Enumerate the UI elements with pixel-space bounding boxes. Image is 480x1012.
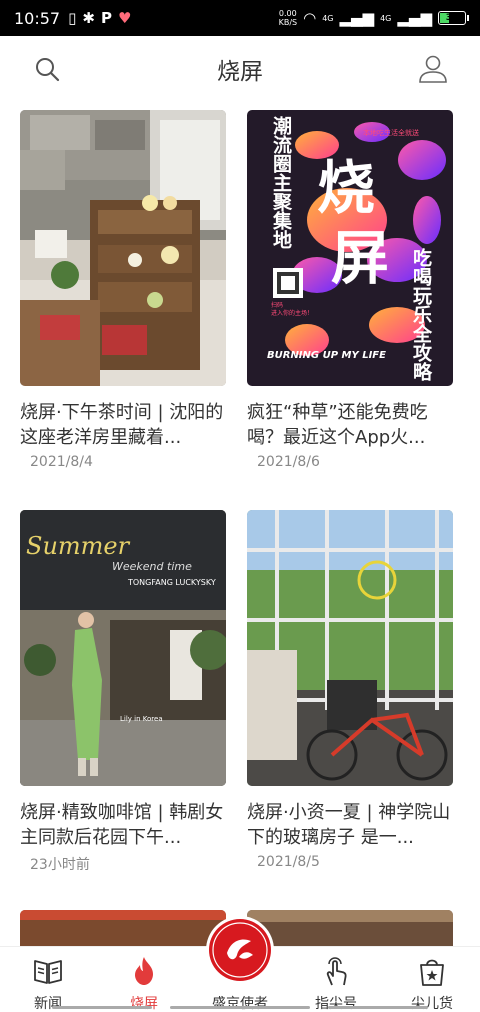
poster-big-1: 烧 (317, 154, 376, 222)
tab-news[interactable]: 新闻 (8, 947, 88, 1012)
battery-level: 39 (445, 13, 459, 23)
flame-icon (135, 957, 153, 985)
nav-indicator (170, 1006, 310, 1009)
tab-label: 盛京使者 (212, 996, 268, 1012)
finger-tap-icon (326, 957, 347, 986)
tab-label: 尖儿货 (411, 996, 453, 1012)
status-time: 10:57 (14, 8, 61, 28)
tab-label: 新闻 (34, 996, 62, 1012)
signal-icon: ▂▄▆ (339, 9, 375, 27)
parking-icon: P (100, 9, 112, 27)
page-title: 烧屏 (217, 59, 263, 85)
photo-small-text: Lily in Korea (120, 715, 163, 723)
tab-jianr-goods[interactable]: 尖儿货 (392, 947, 472, 1012)
search-icon[interactable] (34, 56, 60, 82)
battery-icon: 39 (438, 11, 469, 25)
card-caption[interactable]: 烧屏·下午茶时间 | 沈阳的这座老洋房里藏着... (20, 400, 226, 450)
newspaper-icon (34, 960, 62, 984)
card-thumbnail[interactable] (247, 510, 453, 786)
card-date: 2021/8/6 (257, 454, 320, 470)
signal-label-1: 4G (322, 13, 334, 23)
card-caption[interactable]: 疯狂“种草”还能免费吃喝？最近这个App火... (247, 400, 453, 450)
shopping-bag-icon (420, 959, 444, 986)
poster-vertical-right: 吃喝玩乐全攻略 (410, 248, 432, 381)
signal-icon: ▂▄▆ (397, 9, 432, 27)
app-header: 烧屏 (0, 36, 480, 102)
vibrate-icon: ▯ (68, 9, 77, 27)
card-thumbnail[interactable] (20, 110, 226, 386)
card-thumbnail[interactable]: Summer Weekend time TONGFANG LUCKYSKY Li… (20, 510, 226, 786)
feed-card[interactable]: 烧屏·下午茶时间 | 沈阳的这座老洋房里藏着... 2021/8/4 (20, 110, 226, 470)
tab-label: 烧屏 (130, 996, 158, 1012)
card-caption[interactable]: 烧屏·小资一夏 | 神学院山下的玻璃房子 是一... (247, 800, 453, 850)
tab-label: 指尖号 (315, 996, 357, 1012)
nav-indicator (328, 1006, 428, 1009)
glass-house-photo (247, 510, 453, 786)
volunteer-badge-icon (209, 919, 271, 981)
card-date: 2021/8/4 (30, 454, 93, 470)
photo-script-text: Summer (26, 532, 130, 560)
feed-card[interactable]: Summer Weekend time TONGFANG LUCKYSKY Li… (20, 510, 226, 874)
poster-scan-text: 扫码 进入你的主场！ (271, 302, 314, 317)
poster-top-right: 本地吃生活全就送 (363, 129, 419, 137)
feed-card-partial[interactable] (20, 910, 226, 950)
card-date: 23小时前 (30, 857, 90, 873)
bluetooth-icon: ✱ (82, 9, 95, 27)
health-icon: ♥ (117, 9, 132, 27)
tab-fingertip[interactable]: 指尖号 (296, 947, 376, 1012)
network-speed: 0.00 KB/S (278, 9, 298, 27)
feed-card-partial[interactable] (247, 910, 453, 950)
wifi-icon: ◠ (303, 9, 317, 27)
photo-sign-text: TONGFANG LUCKYSKY (128, 578, 216, 587)
card-caption[interactable]: 烧屏·精致咖啡馆 | 韩剧女主同款后花园下午... (20, 800, 226, 850)
status-bar: 10:57 ▯ ✱ P ♥ 0.00 KB/S ◠ 4G ▂▄▆ 4G ▂▄▆ … (0, 0, 480, 36)
card-thumbnail[interactable]: 潮流圈主聚集地 本地吃生活全就送 烧 屏 吃喝玩乐全攻略 扫码 进入你的主场！ … (247, 110, 453, 386)
photo-script-text-2: Weekend time (112, 560, 192, 573)
poster-footer: BURNING UP MY LIFE (267, 350, 386, 361)
feed-card[interactable]: 烧屏·小资一夏 | 神学院山下的玻璃房子 是一... 2021/8/5 (247, 510, 453, 870)
signal-label-2: 4G (380, 13, 392, 23)
poster-vertical-left: 潮流圈主聚集地 (270, 116, 292, 249)
feed-card[interactable]: 潮流圈主聚集地 本地吃生活全就送 烧 屏 吃喝玩乐全攻略 扫码 进入你的主场！ … (247, 110, 453, 470)
card-date: 2021/8/5 (257, 854, 320, 870)
user-profile-icon[interactable] (418, 54, 448, 84)
afternoon-tea-photo (20, 110, 226, 386)
poster-big-2: 屏 (331, 224, 390, 292)
tab-burn-screen[interactable]: 烧屏 (104, 947, 184, 1012)
nav-indicator (52, 1006, 152, 1009)
volunteer-badge-button[interactable] (206, 916, 274, 984)
